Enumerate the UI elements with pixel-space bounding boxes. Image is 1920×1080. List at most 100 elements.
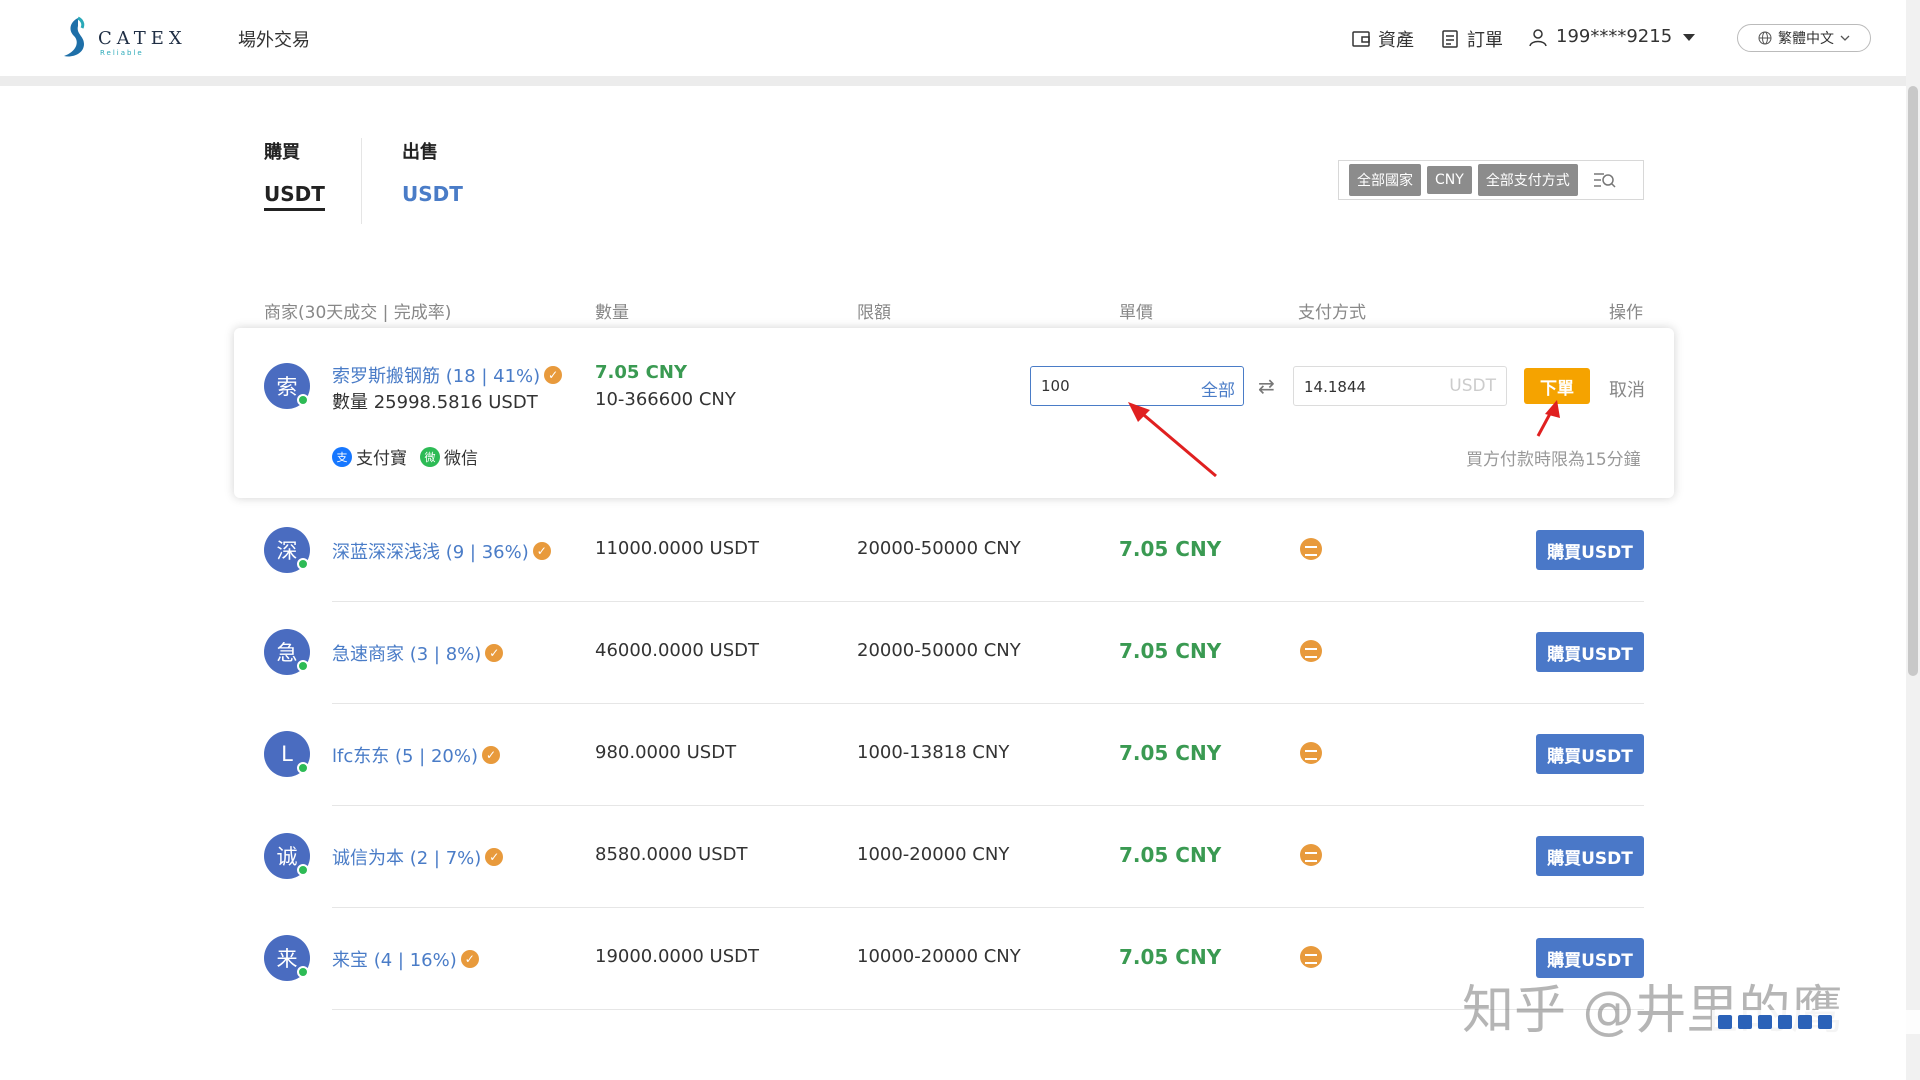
merchant-name: 索罗斯搬钢筋 (18 | 41%) bbox=[332, 366, 541, 387]
merchant-name: 诚信为本 (2 | 7%) bbox=[332, 848, 482, 869]
buy-usdt-button[interactable]: 購買USDT bbox=[1536, 632, 1644, 672]
merchant-name-link[interactable]: lfc东东 (5 | 20%) ✓ bbox=[332, 742, 500, 768]
verified-badge-icon: ✓ bbox=[532, 542, 551, 560]
usdt-amount-value: 14.1844 bbox=[1304, 378, 1367, 396]
verified-badge-icon: ✓ bbox=[544, 366, 563, 384]
bank-card-icon bbox=[1300, 844, 1322, 866]
place-order-button[interactable]: 下單 bbox=[1524, 368, 1590, 404]
wechat-icon: 微 bbox=[420, 446, 440, 467]
logo-text: CATEX bbox=[98, 28, 187, 49]
col-price: 單價 bbox=[1119, 303, 1153, 323]
tray-icon[interactable] bbox=[1778, 1015, 1792, 1029]
row-unit-price: 7.05 CNY bbox=[1119, 945, 1222, 969]
swap-arrows-icon[interactable]: ⇄ bbox=[1258, 374, 1275, 398]
merchant-name-link[interactable]: 深蓝深深浅浅 (9 | 36%) ✓ bbox=[332, 538, 551, 564]
merchant-name-link[interactable]: 来宝 (4 | 16%) ✓ bbox=[332, 946, 479, 972]
globe-icon bbox=[1758, 31, 1772, 45]
row-limit: 1000-20000 CNY bbox=[857, 844, 1010, 865]
filter-country[interactable]: 全部國家 bbox=[1349, 164, 1421, 196]
top-navbar: CATEX Reliable 場外交易 資產 訂單 199****9215 繁體… bbox=[0, 0, 1920, 76]
logo-swan-icon bbox=[64, 16, 85, 57]
wechat-label: 微信 bbox=[444, 449, 478, 469]
user-account[interactable]: 199****9215 bbox=[1528, 26, 1672, 47]
unit-price: 7.05 CNY bbox=[595, 362, 687, 383]
verified-badge-icon: ✓ bbox=[485, 644, 504, 662]
merchant-name-link[interactable]: 诚信为本 (2 | 7%) ✓ bbox=[332, 844, 504, 870]
user-phone: 199****9215 bbox=[1556, 26, 1673, 47]
row-divider bbox=[332, 805, 1644, 806]
row-limit: 20000-50000 CNY bbox=[857, 640, 1021, 661]
user-dropdown-caret-icon[interactable] bbox=[1683, 34, 1695, 41]
tab-sell-coin: USDT bbox=[402, 182, 463, 206]
language-label: 繁體中文 bbox=[1778, 31, 1834, 47]
bank-card-icon bbox=[1300, 640, 1322, 662]
online-status-dot bbox=[297, 864, 309, 876]
merchant-name-link[interactable]: 索罗斯搬钢筋 (18 | 41%) ✓ bbox=[332, 362, 563, 388]
payment-wechat: 微 微信 bbox=[420, 444, 478, 469]
scrollbar-thumb[interactable] bbox=[1908, 86, 1918, 676]
row-divider bbox=[332, 907, 1644, 908]
tab-buy-title: 購買 bbox=[264, 142, 300, 163]
all-amount-link[interactable]: 全部 bbox=[1201, 376, 1235, 401]
ime-toolbar[interactable] bbox=[1712, 1010, 1920, 1034]
col-limit: 限額 bbox=[857, 303, 891, 323]
catex-logo[interactable]: CATEX Reliable bbox=[58, 16, 198, 60]
col-action: 操作 bbox=[1609, 303, 1643, 323]
assets-link[interactable]: 資產 bbox=[1352, 26, 1414, 52]
verified-badge-icon: ✓ bbox=[460, 950, 479, 968]
tab-sell-usdt[interactable]: 出售 USDT bbox=[402, 138, 463, 206]
bank-card-icon bbox=[1300, 742, 1322, 764]
row-quantity: 980.0000 USDT bbox=[595, 742, 737, 763]
usdt-unit: USDT bbox=[1449, 376, 1496, 396]
col-merchant: 商家(30天成交 | 完成率) bbox=[264, 303, 452, 323]
row-unit-price: 7.05 CNY bbox=[1119, 537, 1222, 561]
limit-range: 10-366600 CNY bbox=[595, 389, 736, 410]
filter-bar: 全部國家 CNY 全部支付方式 bbox=[1338, 160, 1644, 200]
filter-payment-method[interactable]: 全部支付方式 bbox=[1477, 164, 1578, 196]
row-divider bbox=[332, 703, 1644, 704]
payment-alipay: 支 支付寶 bbox=[332, 444, 407, 469]
tray-icon[interactable] bbox=[1758, 1015, 1772, 1029]
logo-tagline: Reliable bbox=[100, 49, 144, 57]
cny-amount-field[interactable]: 全部 bbox=[1030, 366, 1244, 406]
row-divider bbox=[332, 601, 1644, 602]
language-selector[interactable]: 繁體中文 bbox=[1737, 24, 1871, 52]
filter-currency[interactable]: CNY bbox=[1427, 166, 1472, 194]
online-status-dot bbox=[297, 558, 309, 570]
online-status-dot bbox=[297, 966, 309, 978]
row-quantity: 46000.0000 USDT bbox=[595, 640, 759, 661]
verified-badge-icon: ✓ bbox=[481, 746, 500, 764]
usdt-amount-field[interactable]: 14.1844 USDT bbox=[1293, 366, 1507, 406]
merchant-name-link[interactable]: 急速商家 (3 | 8%) ✓ bbox=[332, 640, 504, 666]
buy-usdt-button[interactable]: 購買USDT bbox=[1536, 836, 1644, 876]
cancel-button[interactable]: 取消 bbox=[1609, 376, 1645, 402]
tab-divider bbox=[361, 138, 362, 224]
orders-label: 訂單 bbox=[1467, 30, 1503, 51]
tray-icon[interactable] bbox=[1798, 1015, 1812, 1029]
tab-buy-coin: USDT bbox=[264, 182, 325, 211]
tab-buy-usdt[interactable]: 購買 USDT bbox=[264, 138, 325, 211]
row-unit-price: 7.05 CNY bbox=[1119, 741, 1222, 765]
chevron-down-icon bbox=[1840, 35, 1850, 41]
buy-usdt-button[interactable]: 購買USDT bbox=[1536, 734, 1644, 774]
cny-amount-input[interactable] bbox=[1041, 377, 1181, 395]
tab-sell-title: 出售 bbox=[402, 142, 438, 163]
merchant-name: 深蓝深深浅浅 (9 | 36%) bbox=[332, 542, 529, 563]
header-divider bbox=[0, 76, 1920, 86]
merchant-name: 来宝 (4 | 16%) bbox=[332, 950, 457, 971]
row-divider bbox=[332, 1009, 1644, 1010]
buy-usdt-button[interactable]: 購買USDT bbox=[1536, 530, 1644, 570]
bank-card-icon bbox=[1300, 538, 1322, 560]
row-limit: 10000-20000 CNY bbox=[857, 946, 1021, 967]
alipay-label: 支付寶 bbox=[356, 449, 407, 469]
row-quantity: 19000.0000 USDT bbox=[595, 946, 759, 967]
tray-icon[interactable] bbox=[1818, 1015, 1832, 1029]
order-list-icon bbox=[1442, 30, 1458, 48]
row-limit: 1000-13818 CNY bbox=[857, 742, 1010, 763]
nav-otc-trading[interactable]: 場外交易 bbox=[238, 26, 310, 52]
filter-search-icon[interactable] bbox=[1592, 168, 1616, 192]
tray-icon[interactable] bbox=[1738, 1015, 1752, 1029]
orders-link[interactable]: 訂單 bbox=[1441, 26, 1503, 52]
tray-icon[interactable] bbox=[1718, 1015, 1732, 1029]
online-status-dot bbox=[297, 762, 309, 774]
